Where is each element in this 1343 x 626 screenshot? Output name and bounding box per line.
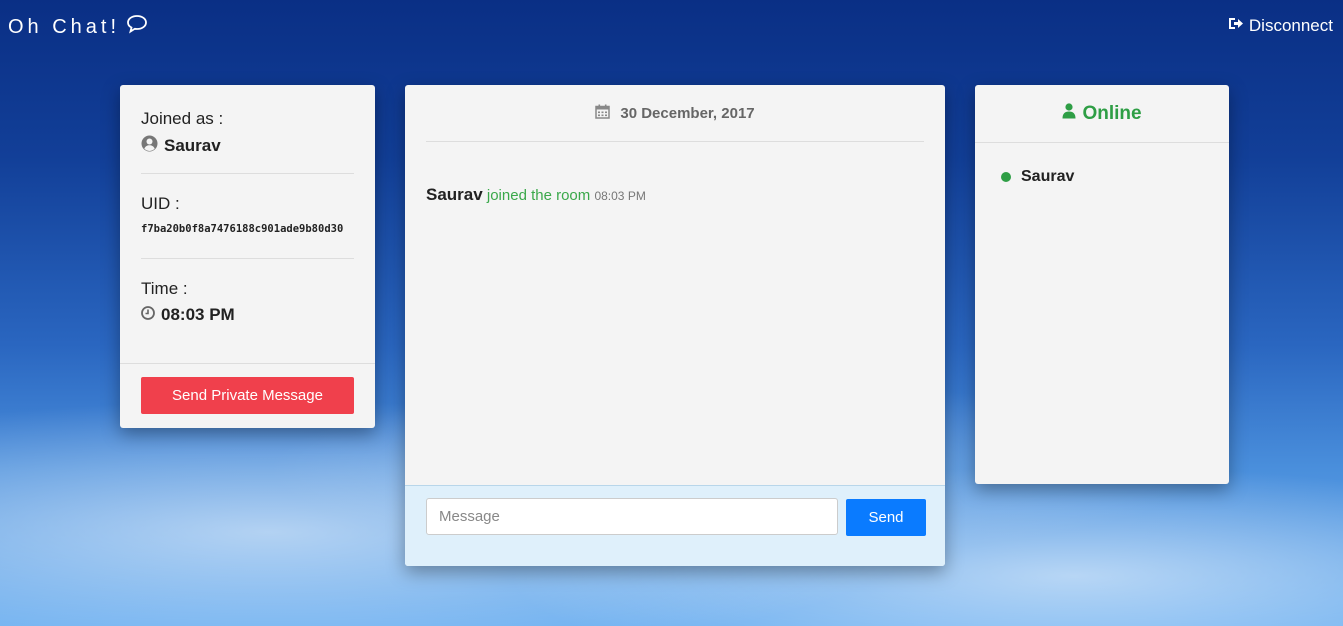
clock-icon: [141, 305, 155, 325]
uid-value: f7ba20b0f8a7476188c901ade9b80d30: [141, 223, 344, 235]
joined-label: Joined as :: [141, 109, 224, 128]
message-text: joined the room: [486, 187, 591, 204]
app-brand: Oh Chat!: [8, 14, 148, 40]
username-value: Saurav: [141, 135, 354, 157]
uid-section: UID : f7ba20b0f8a7476188c901ade9b80d30: [120, 174, 375, 258]
send-button[interactable]: Send: [846, 499, 926, 536]
chat-input-area: Send: [405, 485, 945, 566]
online-status-dot: [1001, 172, 1011, 182]
message-time: 08:03 PM: [594, 189, 646, 203]
send-private-message-button[interactable]: Send Private Message: [141, 377, 354, 414]
message-user: Saurav: [426, 185, 483, 204]
chat-bubble-icon: [126, 14, 148, 40]
time-value: 08:03 PM: [141, 305, 354, 325]
chat-date-text: 30 December, 2017: [620, 104, 755, 122]
online-header-text: Online: [1082, 102, 1142, 124]
chat-card: 30 December, 2017 Saurav joined the room…: [405, 85, 945, 566]
calendar-icon: [595, 104, 611, 123]
online-user-name: Saurav: [1021, 168, 1075, 185]
profile-card-footer: Send Private Message: [120, 363, 375, 428]
online-users-card: Online Saurav: [975, 85, 1229, 484]
app-title: Oh Chat!: [8, 15, 121, 38]
profile-card: Joined as : Saurav UID : f7ba20b0f8a7476…: [120, 85, 375, 428]
chat-date-header: 30 December, 2017: [426, 85, 924, 142]
time-label: Time :: [141, 279, 188, 298]
user-circle-icon: [141, 135, 158, 157]
time-text: 08:03 PM: [161, 305, 235, 324]
online-header: Online: [975, 85, 1229, 143]
joined-section: Joined as : Saurav: [120, 85, 375, 173]
disconnect-button[interactable]: Disconnect: [1228, 16, 1333, 36]
uid-label: UID :: [141, 194, 180, 213]
time-section: Time : 08:03 PM: [120, 259, 375, 325]
sign-out-icon: [1228, 16, 1244, 36]
online-user-item[interactable]: Saurav: [1001, 168, 1074, 186]
message-input[interactable]: [426, 498, 838, 535]
disconnect-label: Disconnect: [1248, 16, 1333, 35]
username-text: Saurav: [164, 136, 221, 155]
chat-message: Saurav joined the room 08:03 PM: [426, 185, 646, 205]
user-icon: [1062, 102, 1076, 125]
